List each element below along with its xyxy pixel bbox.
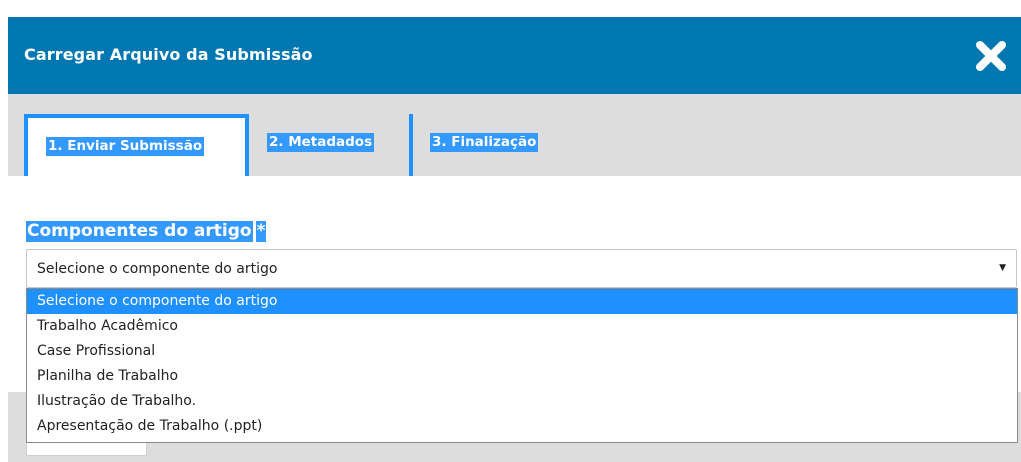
close-icon xyxy=(976,41,1006,71)
required-marker: * xyxy=(255,221,267,242)
tab-label: 2. Metadados xyxy=(267,133,375,152)
chevron-down-icon: ▼ xyxy=(999,263,1006,273)
modal-header: Carregar Arquivo da Submissão xyxy=(8,17,1021,94)
article-component-select[interactable]: Selecione o componente do artigo ▼ xyxy=(26,249,1017,288)
wizard-tabs: 1. Enviar Submissão 2. Metadados 3. Fina… xyxy=(8,94,1021,176)
dropdown-option[interactable]: Apresentação de Trabalho (.ppt) xyxy=(27,414,1017,439)
dropdown-option[interactable]: Planilha de Trabalho xyxy=(27,364,1017,389)
select-value: Selecione o componente do artigo xyxy=(37,261,278,277)
dropdown-option[interactable]: Case Profissional xyxy=(27,339,1017,364)
dropdown-option[interactable]: Trabalho Acadêmico xyxy=(27,314,1017,339)
tab-label: 1. Enviar Submissão xyxy=(46,137,205,156)
tab-send-submission[interactable]: 1. Enviar Submissão xyxy=(24,114,245,176)
tab-label: 3. Finalização xyxy=(430,133,539,152)
dropdown-option[interactable]: Ilustração de Trabalho. xyxy=(27,389,1017,414)
close-button[interactable] xyxy=(974,39,1008,73)
tab-finalization[interactable]: 3. Finalização xyxy=(409,114,579,176)
article-component-label: Componentes do artigo * xyxy=(26,221,267,242)
tab-metadata[interactable]: 2. Metadados xyxy=(245,114,409,176)
modal-title: Carregar Arquivo da Submissão xyxy=(24,45,313,64)
article-component-dropdown: Selecione o componente do artigo Trabalh… xyxy=(26,288,1018,443)
dropdown-option[interactable]: Selecione o componente do artigo xyxy=(27,289,1017,314)
upload-file-modal: Carregar Arquivo da Submissão 1. Enviar … xyxy=(8,0,1021,462)
field-label-text: Componentes do artigo xyxy=(26,221,253,242)
